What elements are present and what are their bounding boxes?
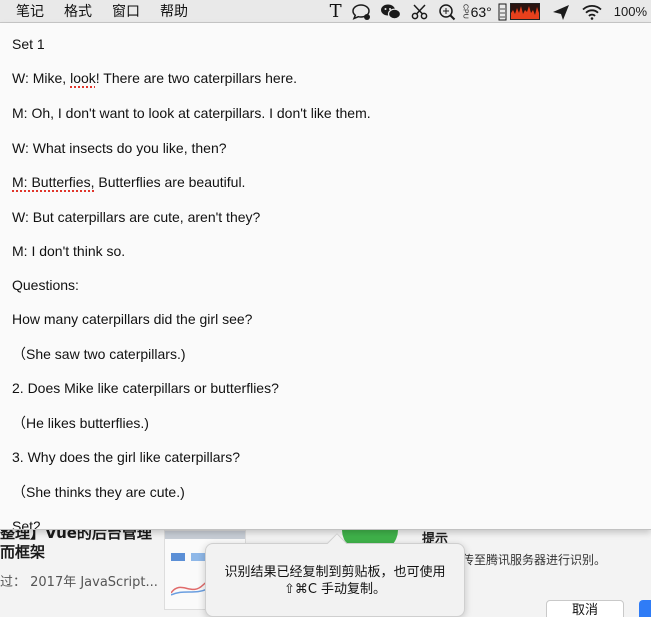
note-line: W: But caterpillars are cute, aren't the… xyxy=(12,209,261,225)
cpu-label-icon xyxy=(498,3,507,20)
note-line: How many caterpillars did the girl see? xyxy=(12,311,253,327)
send-arrow-icon[interactable] xyxy=(552,0,570,23)
note-line: 3. Why does the girl like caterpillars? xyxy=(12,449,240,465)
note-line: 2. Does Mike like caterpillars or butter… xyxy=(12,380,279,396)
wechat-icon[interactable] xyxy=(380,0,402,23)
note-line: （He likes butterflies.) xyxy=(12,415,149,431)
ocr-magnifier-icon[interactable] xyxy=(438,0,456,23)
menu-bar: 笔记 格式 窗口 帮助 T CPU 63° 100% xyxy=(0,0,651,23)
note-line: W: Mike, look! There are two caterpillar… xyxy=(12,70,298,86)
note-editor[interactable]: Set 1 W: Mike, look! There are two cater… xyxy=(0,23,651,530)
note-line: M: Oh, I don't want to look at caterpill… xyxy=(12,105,371,121)
menu-window[interactable]: 窗口 xyxy=(112,1,140,21)
wifi-icon[interactable] xyxy=(582,0,602,23)
cpu-usage-graph xyxy=(509,3,540,20)
scissors-icon[interactable] xyxy=(411,0,429,23)
menu-help[interactable]: 帮助 xyxy=(160,1,188,21)
note-line: （She saw two caterpillars.) xyxy=(12,346,186,362)
copy-toast: 识别结果已经复制到剪贴板，也可使用 ⇧⌘C 手动复制。 xyxy=(205,533,465,617)
confirm-button[interactable] xyxy=(639,600,651,617)
status-area: T CPU 63° 100% xyxy=(321,0,647,23)
app-menu: 笔记 格式 窗口 帮助 xyxy=(0,1,208,21)
temp-label-text: CPU xyxy=(461,4,469,19)
thumb-block xyxy=(191,553,205,561)
toast-message-line1: 识别结果已经复制到剪贴板，也可使用 xyxy=(224,565,446,580)
note-line: （She thinks they are cute.) xyxy=(12,484,185,500)
thumb-header xyxy=(165,531,245,539)
note-line: Set 1 xyxy=(12,36,45,52)
cancel-button[interactable]: 取消 xyxy=(546,600,624,617)
text-tool-icon[interactable]: T xyxy=(330,0,342,23)
spell-error-word[interactable]: M: Butterfies, xyxy=(12,174,94,190)
article-title-line2: 而框架 xyxy=(0,543,46,561)
note-line: W: What insects do you like, then? xyxy=(12,140,227,156)
note-line: M: I don't think so. xyxy=(12,243,126,259)
menu-notes[interactable]: 笔记 xyxy=(16,1,44,21)
battery-percentage[interactable]: 100% xyxy=(614,0,647,23)
cpu-monitor-icon[interactable] xyxy=(498,0,540,23)
menu-format[interactable]: 格式 xyxy=(64,1,92,21)
toast-message-line2: ⇧⌘C 手动复制。 xyxy=(283,582,387,597)
temp-value: 63° xyxy=(470,3,492,20)
note-line: Set2 xyxy=(12,518,41,530)
spell-error-word[interactable]: look xyxy=(70,70,96,86)
note-line: Questions: xyxy=(12,277,79,293)
background-article-meta: 过： 2017年 JavaScript... xyxy=(0,575,158,590)
chat-bubble-icon[interactable] xyxy=(351,0,371,23)
cpu-temperature[interactable]: CPU 63° xyxy=(462,0,492,23)
temp-label: CPU xyxy=(462,4,469,19)
note-line: M: Butterfies, Butterflies are beautiful… xyxy=(12,174,246,190)
thumb-block xyxy=(171,553,185,561)
background-hint-text: 传至腾讯服务器进行识别。 xyxy=(462,553,607,567)
